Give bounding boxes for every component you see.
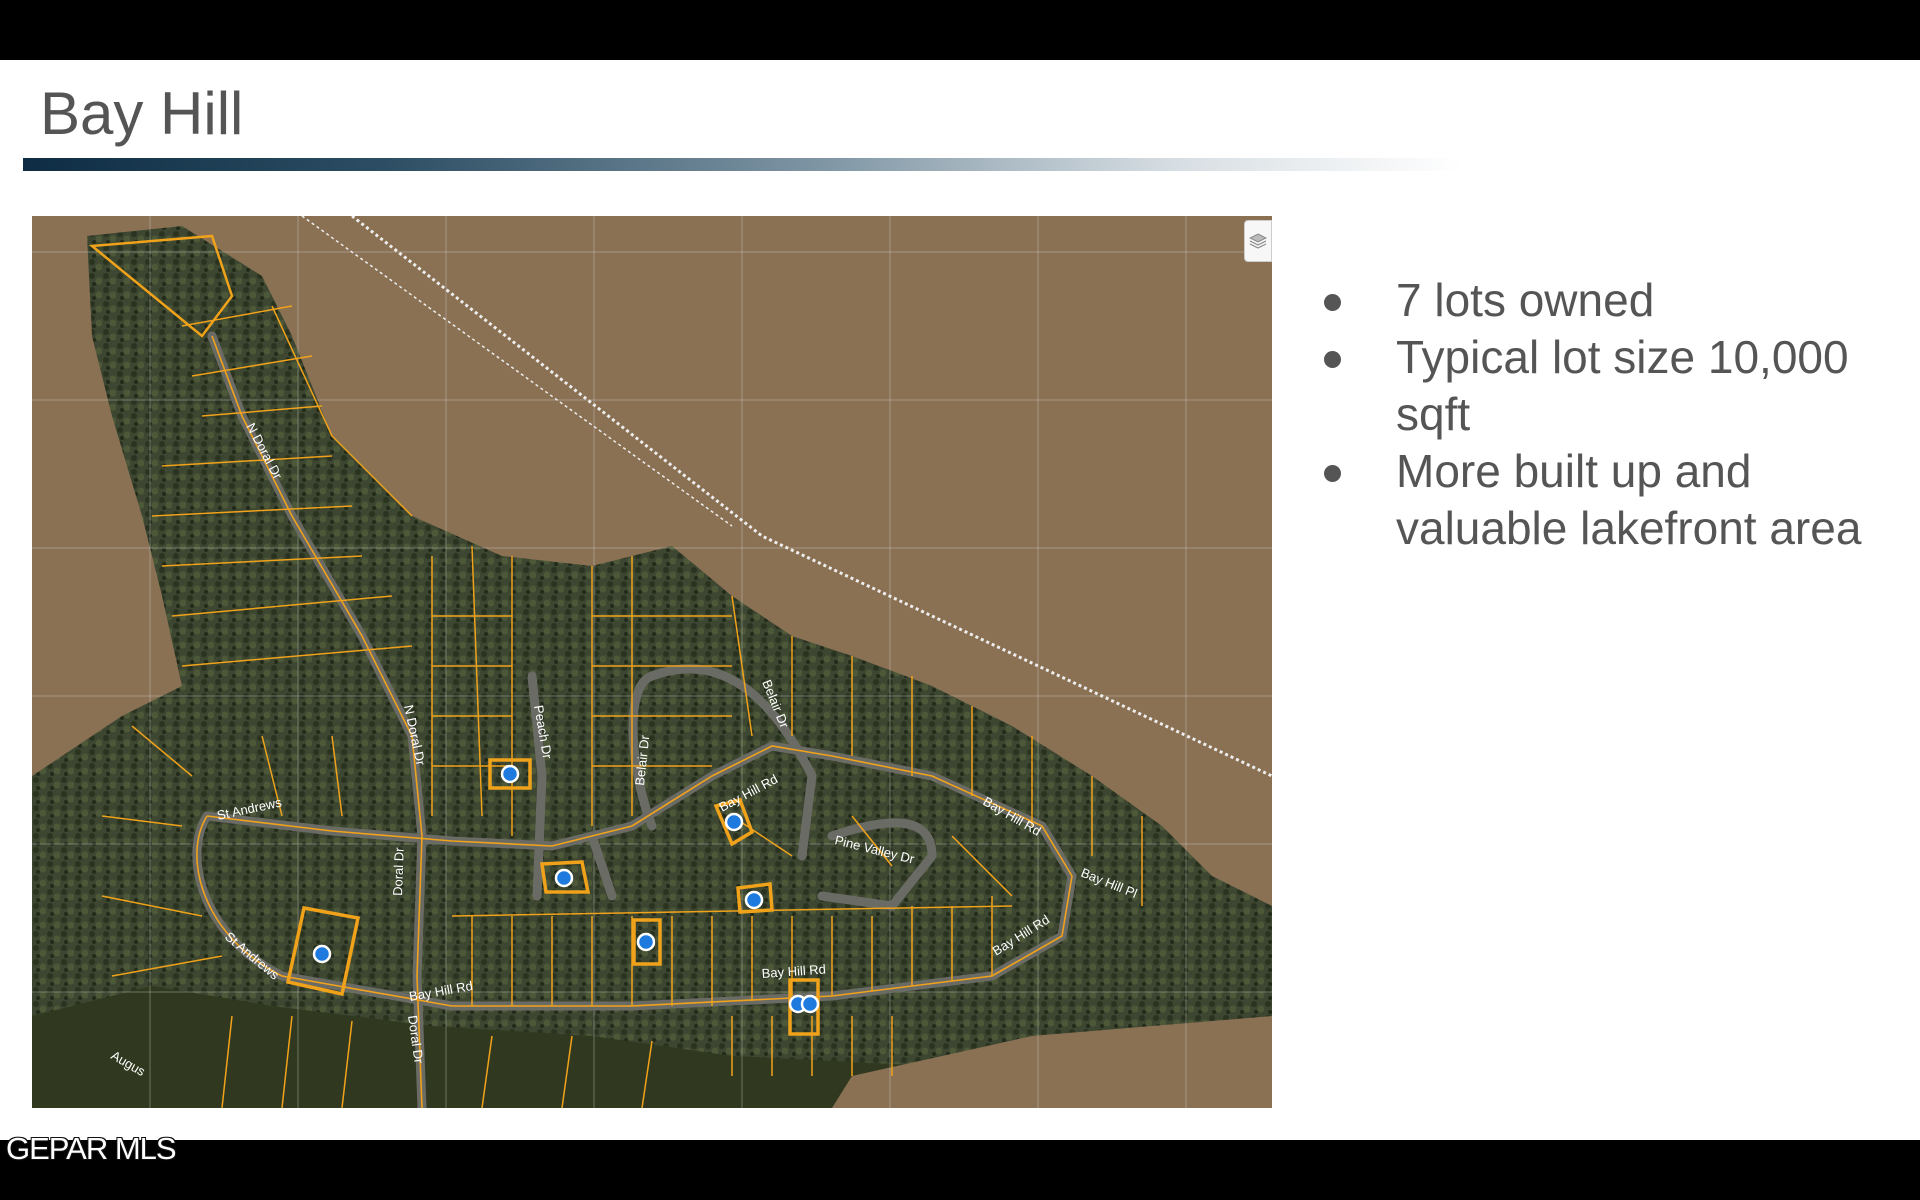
map-canvas: N Doral Dr N Doral Dr Doral Dr Doral Dr … [32, 216, 1272, 1108]
owned-lot-marker[interactable] [554, 868, 574, 888]
owned-lot-marker[interactable] [636, 932, 656, 952]
bullet-text: 7 lots owned [1396, 274, 1655, 326]
bullet-item: 7 lots owned [1320, 272, 1900, 329]
bullet-dot [1324, 351, 1341, 368]
owned-lot-marker[interactable] [312, 944, 332, 964]
bullet-item: More built up and valuable lakefront are… [1320, 443, 1900, 557]
layers-button[interactable] [1244, 220, 1272, 262]
road-label-doral-dr: Doral Dr [390, 847, 407, 897]
title-gradient-bar [23, 158, 1463, 171]
slide: Bay Hill N Doral Dr N Doral Dr Doral Dr … [0, 60, 1920, 1140]
owned-lot-marker[interactable] [724, 812, 744, 832]
bullet-dot [1324, 294, 1341, 311]
owned-lot-marker[interactable] [744, 890, 764, 910]
owned-lot-marker[interactable] [800, 994, 820, 1014]
bullet-item: Typical lot size 10,000 sqft [1320, 329, 1900, 443]
layers-icon [1249, 233, 1267, 249]
bullet-list: 7 lots owned Typical lot size 10,000 sqf… [1320, 272, 1900, 557]
footer-logo: GEPAR MLS [6, 1131, 177, 1166]
owned-lot-marker[interactable] [500, 764, 520, 784]
slide-title: Bay Hill [40, 80, 244, 147]
bullet-text: Typical lot size 10,000 sqft [1396, 331, 1849, 440]
aerial-parcel-map[interactable]: N Doral Dr N Doral Dr Doral Dr Doral Dr … [32, 216, 1272, 1108]
bullet-dot [1324, 465, 1341, 482]
bullet-text: More built up and valuable lakefront are… [1396, 445, 1862, 554]
